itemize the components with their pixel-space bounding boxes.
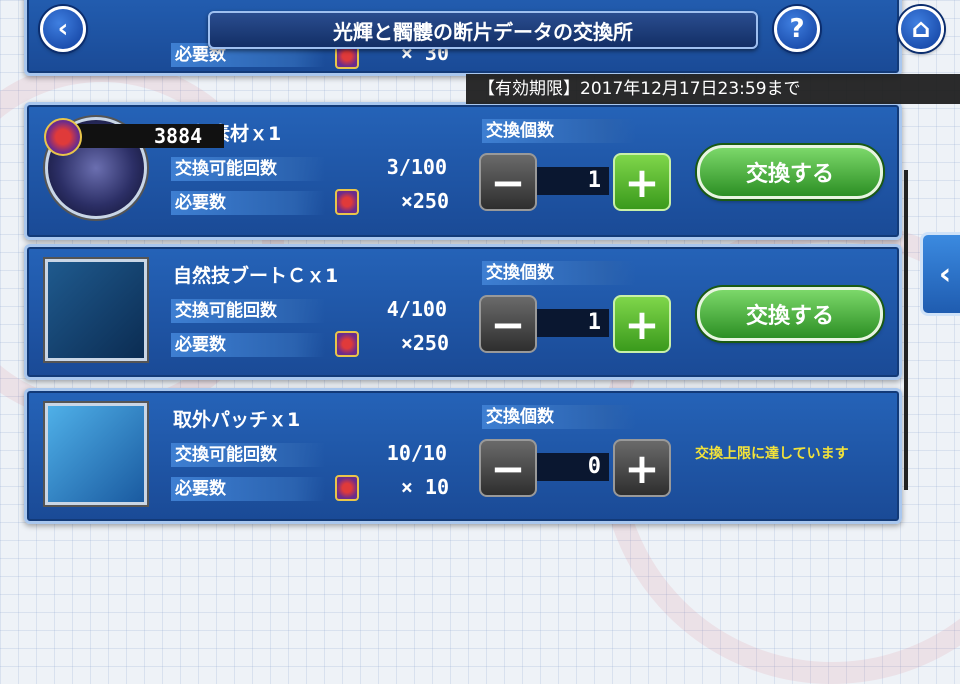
quantity-label: 交換個数 bbox=[482, 261, 636, 285]
cost-label: 必要数 bbox=[171, 191, 325, 215]
limit-reached-text: 交換上限に達しています bbox=[695, 446, 849, 462]
minus-button[interactable]: − bbox=[479, 153, 537, 211]
quantity-value: 1 bbox=[537, 309, 609, 337]
chevron-left-icon: ‹ bbox=[938, 256, 952, 292]
count-label: 交換可能回数 bbox=[171, 299, 325, 323]
quantity-stepper: − 1 + bbox=[479, 295, 671, 353]
cost-label: 必要数 bbox=[171, 477, 325, 501]
points-value: 3884 bbox=[154, 124, 203, 148]
item-panel: 取外パッチｘ1 交換可能回数 10/10 必要数 × 10 交換個数 − 0 +… bbox=[24, 388, 902, 524]
help-icon: ? bbox=[789, 14, 805, 44]
top-bar: ‹ 光輝と髑髏の断片データの交換所 ? ⌂ bbox=[0, 0, 960, 56]
home-icon: ⌂ bbox=[911, 14, 931, 44]
count-value: 10/10 bbox=[386, 441, 447, 465]
cost-value: × 10 bbox=[400, 475, 449, 499]
item-name: 取外パッチｘ1 bbox=[173, 409, 301, 431]
cost-value: ×250 bbox=[400, 189, 449, 213]
minus-button[interactable]: − bbox=[479, 295, 537, 353]
quantity-value: 0 bbox=[537, 453, 609, 481]
medal-icon bbox=[335, 189, 359, 215]
quantity-label: 交換個数 bbox=[482, 119, 636, 143]
quantity-stepper: − 1 + bbox=[479, 153, 671, 211]
sprout-chip-icon bbox=[45, 259, 147, 361]
item-panel: 自然技ブートＣｘ1 交換可能回数 4/100 必要数 ×250 交換個数 − 1… bbox=[24, 244, 902, 380]
medal-icon bbox=[335, 331, 359, 357]
count-label: 交換可能回数 bbox=[171, 157, 325, 181]
plus-button[interactable]: + bbox=[613, 295, 671, 353]
quantity-value: 1 bbox=[537, 167, 609, 195]
back-button[interactable]: ‹ bbox=[40, 6, 86, 52]
plus-button[interactable]: + bbox=[613, 153, 671, 211]
scrollbar[interactable] bbox=[904, 170, 908, 490]
count-value: 4/100 bbox=[386, 297, 447, 321]
minus-button[interactable]: − bbox=[479, 439, 537, 497]
page-title-text: 光輝と髑髏の断片データの交換所 bbox=[333, 19, 633, 44]
item-name: 自然技ブートＣｘ1 bbox=[173, 265, 339, 287]
exchange-button[interactable]: 交換する bbox=[697, 287, 883, 341]
medal-icon bbox=[335, 475, 359, 501]
medal-icon bbox=[44, 118, 82, 156]
cost-value: ×250 bbox=[400, 331, 449, 355]
quantity-stepper: − 0 + bbox=[479, 439, 671, 497]
quantity-label: 交換個数 bbox=[482, 405, 636, 429]
help-button[interactable]: ? bbox=[774, 6, 820, 52]
plus-button[interactable]: + bbox=[613, 439, 671, 497]
expiry-banner: 【有効期限】2017年12月17日23:59まで bbox=[466, 74, 960, 104]
back-icon: ‹ bbox=[57, 14, 69, 44]
points-display: 3884 bbox=[44, 118, 226, 156]
page-title: 光輝と髑髏の断片データの交換所 bbox=[208, 11, 758, 49]
patch-icon bbox=[45, 403, 147, 505]
side-panel-toggle[interactable]: ‹ bbox=[920, 232, 960, 316]
count-value: 3/100 bbox=[386, 155, 447, 179]
count-label: 交換可能回数 bbox=[171, 443, 325, 467]
exchange-button[interactable]: 交換する bbox=[697, 145, 883, 199]
home-button[interactable]: ⌂ bbox=[898, 6, 944, 52]
cost-label: 必要数 bbox=[171, 333, 325, 357]
